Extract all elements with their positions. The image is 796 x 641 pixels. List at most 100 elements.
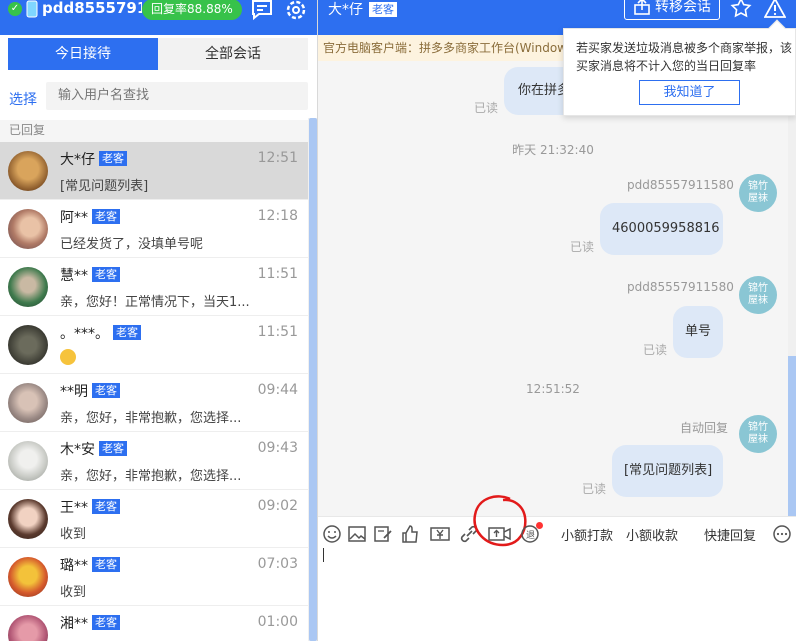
tooltip-text: 若买家发送垃圾消息被多个商家举报，该买家消息将不计入您的当日回复率 <box>576 41 793 73</box>
conversation-preview: 收到 <box>60 527 87 542</box>
warning-icon[interactable] <box>764 0 786 19</box>
sender-name: pdd85557911580 <box>627 178 734 192</box>
conversation-item[interactable]: 璐** 老客 07:03 收到 <box>0 548 308 606</box>
returning-customer-tag: 老客 <box>92 499 120 514</box>
conversation-tabs: 今日接待 全部会话 <box>8 38 308 70</box>
avatar <box>8 441 48 481</box>
conversation-preview: [常见问题列表] <box>60 179 149 194</box>
transfer-conversation-button[interactable]: 转移会话 <box>624 0 720 20</box>
svg-text:退: 退 <box>526 530 535 541</box>
message-bubble: 4600059958816 <box>600 203 723 255</box>
conversation-preview: 亲，您好，非常抱歉，您选择... <box>60 469 242 484</box>
conversation-time: 11:51 <box>257 324 298 340</box>
left-panel: ✓ pdd8555791... 回复率88.88% 今日接待 全部会话 选择 已… <box>0 0 318 641</box>
returning-customer-tag: 老客 <box>92 209 120 224</box>
read-status: 已读 <box>570 240 595 254</box>
select-link[interactable]: 选择 <box>9 89 37 109</box>
returning-customer-tag: 老客 <box>92 267 120 282</box>
edit-order-icon[interactable] <box>373 524 393 544</box>
message-input[interactable] <box>318 550 796 641</box>
tab-all-conversations[interactable]: 全部会话 <box>158 38 308 70</box>
conversation-name: 阿** <box>60 210 88 226</box>
settings-gear-icon[interactable] <box>284 0 308 22</box>
message-bubble: 单号 <box>673 306 723 358</box>
conversation-name: **明 <box>60 384 88 400</box>
conversation-name: 木*安 <box>60 442 95 458</box>
more-options-icon[interactable] <box>772 524 792 544</box>
transfer-icon <box>634 0 650 15</box>
message-bubble: [常见问题列表] <box>612 445 723 497</box>
coupon-icon[interactable] <box>430 524 450 544</box>
timestamp: 昨天 21:32:40 <box>512 143 594 157</box>
reply-rate-badge: 回复率88.88% <box>142 0 242 20</box>
conversation-preview: 已经发货了，没填单号呢 <box>60 237 204 252</box>
phone-icon <box>26 0 38 18</box>
returning-customer-tag: 老客 <box>92 383 120 398</box>
emoji-icon[interactable] <box>322 524 342 544</box>
conversation-item[interactable]: 。***。 老客 11:51 <box>0 316 308 374</box>
left-top-bar: ✓ pdd8555791... 回复率88.88% <box>0 0 317 35</box>
thumbs-up-icon[interactable] <box>400 524 420 544</box>
small-payment-button[interactable]: 小额打款 <box>561 525 613 544</box>
message-scrollbar[interactable] <box>788 61 796 516</box>
conversation-time: 11:51 <box>257 266 298 282</box>
conversation-time: 07:03 <box>257 556 298 572</box>
conversation-list-scrollbar[interactable] <box>308 118 317 641</box>
conversation-name: 璐** <box>60 558 88 574</box>
reply-rate-tooltip: 若买家发送垃圾消息被多个商家举报，该买家消息将不计入您的当日回复率 我知道了 <box>563 19 796 116</box>
seller-avatar: 锦竹 屋袜 <box>739 174 777 212</box>
returning-customer-tag: 老客 <box>113 325 141 340</box>
shop-name[interactable]: pdd8555791... <box>42 0 142 17</box>
chat-notes-icon[interactable] <box>250 0 274 22</box>
avatar <box>8 557 48 597</box>
conversation-name: 湘** <box>60 616 88 632</box>
conversation-item[interactable]: 湘** 老客 01:00 <box>0 606 308 641</box>
read-status: 已读 <box>474 101 499 115</box>
conversation-item[interactable]: **明 老客 09:44 亲，您好，非常抱歉，您选择... <box>0 374 308 432</box>
small-collection-button[interactable]: 小额收款 <box>626 525 678 544</box>
online-check-icon: ✓ <box>8 2 22 16</box>
chat-title: 大*仔 <box>328 2 363 18</box>
conversation-item[interactable]: 慧** 老客 11:51 亲，您好！正常情况下，当天1... <box>0 258 308 316</box>
returning-customer-tag: 老客 <box>92 615 120 630</box>
conversation-item[interactable]: 大*仔 老客 12:51 [常见问题列表] <box>0 142 308 200</box>
avatar <box>8 209 48 249</box>
user-search-input[interactable] <box>46 82 308 110</box>
transfer-label: 转移会话 <box>655 0 711 15</box>
replied-section-label: 已回复 <box>0 120 308 144</box>
got-it-button[interactable]: 我知道了 <box>639 80 740 105</box>
returning-customer-tag: 老客 <box>92 557 120 572</box>
returning-customer-tag: 老客 <box>99 151 127 166</box>
search-row: 选择 <box>0 80 317 112</box>
conversation-item[interactable]: 王** 老客 09:02 收到 <box>0 490 308 548</box>
read-status: 已读 <box>643 343 668 357</box>
image-icon[interactable] <box>347 524 367 544</box>
tab-today[interactable]: 今日接待 <box>8 38 158 70</box>
avatar <box>8 499 48 539</box>
conversation-time: 12:18 <box>257 208 298 224</box>
conversation-preview: 收到 <box>60 585 87 600</box>
conversation-item[interactable]: 阿** 老客 12:18 已经发货了，没填单号呢 <box>0 200 308 258</box>
seller-avatar: 锦竹 屋袜 <box>739 276 777 314</box>
conversation-time: 09:02 <box>257 498 298 514</box>
returning-customer-tag: 老客 <box>99 441 127 456</box>
conversation-time: 09:43 <box>257 440 298 456</box>
quick-reply-button[interactable]: 快捷回复 <box>704 525 756 544</box>
seller-avatar: 锦竹 屋袜 <box>739 415 777 453</box>
conversation-time: 12:51 <box>257 150 298 166</box>
kiss-emoji-icon <box>60 349 76 365</box>
sender-name: 自动回复 <box>680 421 729 435</box>
sender-name: pdd85557911580 <box>627 280 734 294</box>
conversation-item[interactable]: 木*安 老客 09:43 亲，您好，非常抱歉，您选择... <box>0 432 308 490</box>
message-area: 你在拼多 已读 昨天 21:32:40 pdd85557911580 锦竹 屋袜 … <box>318 61 796 516</box>
conversation-preview: 亲，您好！正常情况下，当天1... <box>60 295 250 310</box>
avatar <box>8 151 48 191</box>
timestamp: 12:51:52 <box>526 382 580 396</box>
conversation-time: 09:44 <box>257 382 298 398</box>
star-icon[interactable] <box>730 0 752 19</box>
avatar <box>8 267 48 307</box>
avatar <box>8 615 48 641</box>
conversation-time: 01:00 <box>257 614 298 630</box>
chat-customer-tag: 老客 <box>369 2 397 17</box>
read-status: 已读 <box>582 482 607 496</box>
